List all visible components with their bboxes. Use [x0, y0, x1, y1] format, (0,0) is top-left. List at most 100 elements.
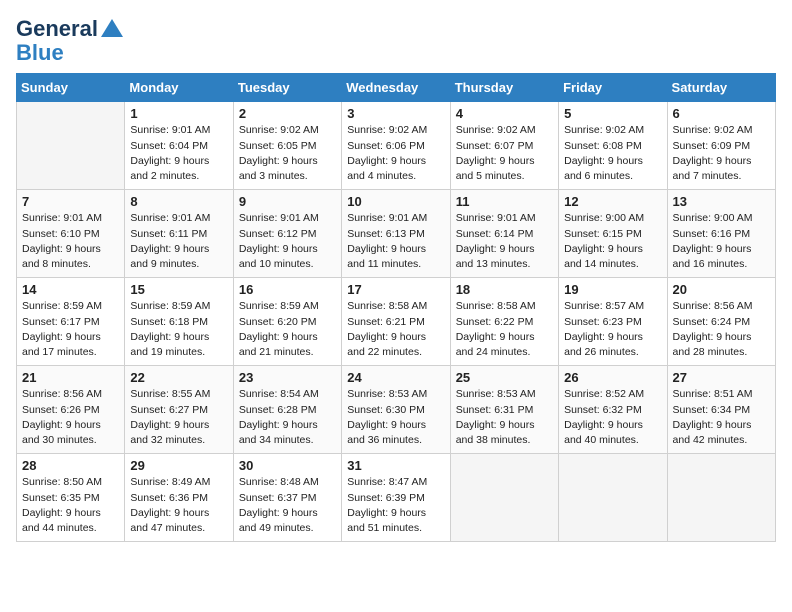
- calendar-cell: 9 Sunrise: 9:01 AM Sunset: 6:12 PM Dayli…: [233, 190, 341, 278]
- sunrise-text: Sunrise: 8:52 AM: [564, 387, 661, 402]
- sunset-text: Sunset: 6:04 PM: [130, 139, 227, 154]
- calendar-cell: 22 Sunrise: 8:55 AM Sunset: 6:27 PM Dayl…: [125, 366, 233, 454]
- daylight-text: Daylight: 9 hours and 22 minutes.: [347, 330, 444, 360]
- daylight-text: Daylight: 9 hours and 13 minutes.: [456, 242, 553, 272]
- calendar-cell: 26 Sunrise: 8:52 AM Sunset: 6:32 PM Dayl…: [559, 366, 667, 454]
- sunrise-text: Sunrise: 8:50 AM: [22, 475, 119, 490]
- calendar-cell: 8 Sunrise: 9:01 AM Sunset: 6:11 PM Dayli…: [125, 190, 233, 278]
- calendar-cell: 24 Sunrise: 8:53 AM Sunset: 6:30 PM Dayl…: [342, 366, 450, 454]
- sunset-text: Sunset: 6:39 PM: [347, 491, 444, 506]
- daylight-text: Daylight: 9 hours and 49 minutes.: [239, 506, 336, 536]
- sunrise-text: Sunrise: 8:54 AM: [239, 387, 336, 402]
- day-number: 26: [564, 370, 661, 385]
- calendar-cell: 13 Sunrise: 9:00 AM Sunset: 6:16 PM Dayl…: [667, 190, 775, 278]
- sunrise-text: Sunrise: 9:00 AM: [564, 211, 661, 226]
- sunrise-text: Sunrise: 9:02 AM: [456, 123, 553, 138]
- daylight-text: Daylight: 9 hours and 40 minutes.: [564, 418, 661, 448]
- sunset-text: Sunset: 6:32 PM: [564, 403, 661, 418]
- weekday-header: Monday: [125, 74, 233, 102]
- day-number: 5: [564, 106, 661, 121]
- daylight-text: Daylight: 9 hours and 51 minutes.: [347, 506, 444, 536]
- calendar-cell: 14 Sunrise: 8:59 AM Sunset: 6:17 PM Dayl…: [17, 278, 125, 366]
- sunrise-text: Sunrise: 9:00 AM: [673, 211, 770, 226]
- calendar-cell: 1 Sunrise: 9:01 AM Sunset: 6:04 PM Dayli…: [125, 102, 233, 190]
- logo-blue: Blue: [16, 41, 125, 65]
- sunrise-text: Sunrise: 8:51 AM: [673, 387, 770, 402]
- sunrise-text: Sunrise: 9:02 AM: [673, 123, 770, 138]
- calendar-cell: 25 Sunrise: 8:53 AM Sunset: 6:31 PM Dayl…: [450, 366, 558, 454]
- calendar-cell: 28 Sunrise: 8:50 AM Sunset: 6:35 PM Dayl…: [17, 454, 125, 542]
- sunset-text: Sunset: 6:24 PM: [673, 315, 770, 330]
- sunrise-text: Sunrise: 8:53 AM: [347, 387, 444, 402]
- sunset-text: Sunset: 6:28 PM: [239, 403, 336, 418]
- day-number: 1: [130, 106, 227, 121]
- calendar-cell: 16 Sunrise: 8:59 AM Sunset: 6:20 PM Dayl…: [233, 278, 341, 366]
- day-number: 17: [347, 282, 444, 297]
- logo: General Blue: [16, 16, 125, 65]
- day-number: 15: [130, 282, 227, 297]
- day-number: 11: [456, 194, 553, 209]
- sunset-text: Sunset: 6:14 PM: [456, 227, 553, 242]
- sunrise-text: Sunrise: 9:02 AM: [564, 123, 661, 138]
- calendar-table: SundayMondayTuesdayWednesdayThursdayFrid…: [16, 73, 776, 542]
- sunset-text: Sunset: 6:34 PM: [673, 403, 770, 418]
- daylight-text: Daylight: 9 hours and 34 minutes.: [239, 418, 336, 448]
- daylight-text: Daylight: 9 hours and 5 minutes.: [456, 154, 553, 184]
- day-number: 6: [673, 106, 770, 121]
- day-number: 19: [564, 282, 661, 297]
- weekday-header: Thursday: [450, 74, 558, 102]
- day-number: 20: [673, 282, 770, 297]
- sunrise-text: Sunrise: 8:59 AM: [22, 299, 119, 314]
- sunset-text: Sunset: 6:07 PM: [456, 139, 553, 154]
- calendar-cell: 4 Sunrise: 9:02 AM Sunset: 6:07 PM Dayli…: [450, 102, 558, 190]
- sunset-text: Sunset: 6:09 PM: [673, 139, 770, 154]
- calendar-cell: 2 Sunrise: 9:02 AM Sunset: 6:05 PM Dayli…: [233, 102, 341, 190]
- sunrise-text: Sunrise: 8:58 AM: [456, 299, 553, 314]
- sunset-text: Sunset: 6:16 PM: [673, 227, 770, 242]
- daylight-text: Daylight: 9 hours and 21 minutes.: [239, 330, 336, 360]
- sunrise-text: Sunrise: 9:02 AM: [347, 123, 444, 138]
- daylight-text: Daylight: 9 hours and 24 minutes.: [456, 330, 553, 360]
- day-number: 13: [673, 194, 770, 209]
- daylight-text: Daylight: 9 hours and 44 minutes.: [22, 506, 119, 536]
- sunset-text: Sunset: 6:36 PM: [130, 491, 227, 506]
- daylight-text: Daylight: 9 hours and 11 minutes.: [347, 242, 444, 272]
- calendar-week-row: 7 Sunrise: 9:01 AM Sunset: 6:10 PM Dayli…: [17, 190, 776, 278]
- sunrise-text: Sunrise: 9:01 AM: [347, 211, 444, 226]
- sunrise-text: Sunrise: 8:58 AM: [347, 299, 444, 314]
- calendar-week-row: 21 Sunrise: 8:56 AM Sunset: 6:26 PM Dayl…: [17, 366, 776, 454]
- sunset-text: Sunset: 6:30 PM: [347, 403, 444, 418]
- daylight-text: Daylight: 9 hours and 8 minutes.: [22, 242, 119, 272]
- sunset-text: Sunset: 6:13 PM: [347, 227, 444, 242]
- calendar-cell: 29 Sunrise: 8:49 AM Sunset: 6:36 PM Dayl…: [125, 454, 233, 542]
- calendar-cell: 17 Sunrise: 8:58 AM Sunset: 6:21 PM Dayl…: [342, 278, 450, 366]
- day-number: 25: [456, 370, 553, 385]
- daylight-text: Daylight: 9 hours and 26 minutes.: [564, 330, 661, 360]
- daylight-text: Daylight: 9 hours and 36 minutes.: [347, 418, 444, 448]
- daylight-text: Daylight: 9 hours and 16 minutes.: [673, 242, 770, 272]
- day-number: 3: [347, 106, 444, 121]
- calendar-cell: 20 Sunrise: 8:56 AM Sunset: 6:24 PM Dayl…: [667, 278, 775, 366]
- day-number: 4: [456, 106, 553, 121]
- day-number: 29: [130, 458, 227, 473]
- calendar-cell: [450, 454, 558, 542]
- day-number: 12: [564, 194, 661, 209]
- day-number: 23: [239, 370, 336, 385]
- page-header: General Blue: [16, 16, 776, 65]
- weekday-header: Tuesday: [233, 74, 341, 102]
- day-number: 30: [239, 458, 336, 473]
- day-number: 16: [239, 282, 336, 297]
- daylight-text: Daylight: 9 hours and 9 minutes.: [130, 242, 227, 272]
- sunrise-text: Sunrise: 9:01 AM: [130, 123, 227, 138]
- daylight-text: Daylight: 9 hours and 47 minutes.: [130, 506, 227, 536]
- sunrise-text: Sunrise: 8:49 AM: [130, 475, 227, 490]
- daylight-text: Daylight: 9 hours and 2 minutes.: [130, 154, 227, 184]
- day-number: 14: [22, 282, 119, 297]
- sunrise-text: Sunrise: 8:57 AM: [564, 299, 661, 314]
- sunset-text: Sunset: 6:18 PM: [130, 315, 227, 330]
- calendar-cell: 19 Sunrise: 8:57 AM Sunset: 6:23 PM Dayl…: [559, 278, 667, 366]
- calendar-cell: 12 Sunrise: 9:00 AM Sunset: 6:15 PM Dayl…: [559, 190, 667, 278]
- sunset-text: Sunset: 6:35 PM: [22, 491, 119, 506]
- calendar-cell: 23 Sunrise: 8:54 AM Sunset: 6:28 PM Dayl…: [233, 366, 341, 454]
- sunrise-text: Sunrise: 8:59 AM: [239, 299, 336, 314]
